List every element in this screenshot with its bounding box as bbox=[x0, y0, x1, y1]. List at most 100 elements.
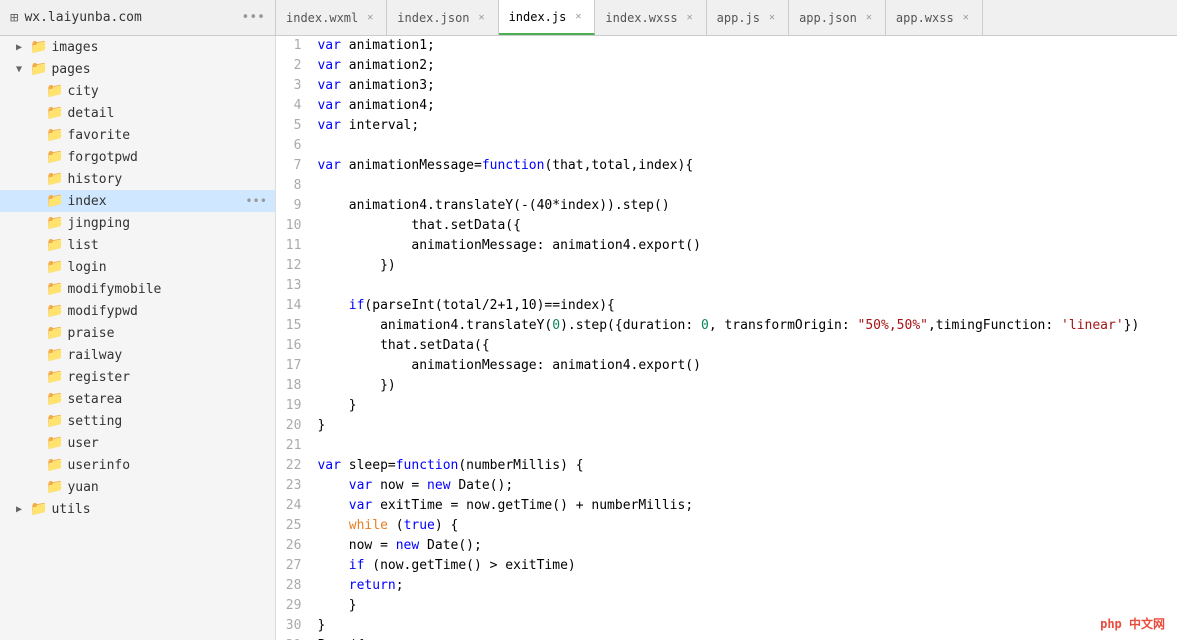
tab-close-icon[interactable]: ✕ bbox=[960, 11, 972, 24]
item-options-icon[interactable]: ••• bbox=[245, 194, 275, 208]
line-number: 27 bbox=[276, 556, 313, 576]
top-bar: ⊞ wx.laiyunba.com ••• index.wxml✕index.j… bbox=[0, 0, 1177, 36]
line-number: 6 bbox=[276, 136, 313, 156]
tab-label: app.wxss bbox=[896, 11, 954, 25]
line-number: 12 bbox=[276, 256, 313, 276]
line-number: 16 bbox=[276, 336, 313, 356]
tab-appjs[interactable]: app.js✕ bbox=[707, 0, 789, 35]
folder-icon: 📁 bbox=[46, 325, 63, 341]
sidebar-item-login[interactable]: 📁login bbox=[0, 256, 275, 278]
tab-indexwxss[interactable]: index.wxss ✕ bbox=[595, 0, 706, 35]
sidebar-item-setting[interactable]: 📁setting bbox=[0, 410, 275, 432]
folder-icon: 📁 bbox=[30, 61, 47, 77]
sidebar-item-user[interactable]: 📁user bbox=[0, 432, 275, 454]
line-content: return; bbox=[313, 576, 1177, 596]
tab-appjson[interactable]: app.json ✕ bbox=[789, 0, 886, 35]
code-line-3: 3 var animation3; bbox=[276, 76, 1177, 96]
sidebar-item-city[interactable]: 📁city bbox=[0, 80, 275, 102]
folder-icon: 📁 bbox=[46, 369, 63, 385]
sidebar-item-userinfo[interactable]: 📁userinfo bbox=[0, 454, 275, 476]
tabs-area: index.wxml✕index.json✕index.js✕index.wxs… bbox=[276, 0, 1177, 35]
item-label: jingping bbox=[67, 216, 130, 231]
folder-arrow-icon bbox=[16, 42, 30, 53]
sidebar-item-pages[interactable]: 📁pages bbox=[0, 58, 275, 80]
line-content: that.setData({ bbox=[313, 216, 1177, 236]
item-label: praise bbox=[67, 326, 114, 341]
code-line-18: 18 }) bbox=[276, 376, 1177, 396]
sidebar-item-register[interactable]: 📁 register bbox=[0, 366, 275, 388]
folder-icon: 📁 bbox=[46, 105, 63, 121]
line-number: 23 bbox=[276, 476, 313, 496]
line-content: } bbox=[313, 596, 1177, 616]
sidebar-item-history[interactable]: 📁history bbox=[0, 168, 275, 190]
tab-close-icon[interactable]: ✕ bbox=[766, 11, 778, 24]
folder-icon: 📁 bbox=[46, 347, 63, 363]
line-content: } bbox=[313, 616, 1177, 636]
code-editor[interactable]: 1 var animation1; 2 var animation2; 3 va… bbox=[276, 36, 1177, 640]
line-content: var animationMessage=function(that,total… bbox=[313, 156, 1177, 176]
code-line-6: 6 bbox=[276, 136, 1177, 156]
sidebar-item-setarea[interactable]: 📁setarea bbox=[0, 388, 275, 410]
tab-close-icon[interactable]: ✕ bbox=[476, 11, 488, 24]
tab-label: index.js bbox=[509, 10, 567, 24]
code-line-27: 27 if (now.getTime() > exitTime) bbox=[276, 556, 1177, 576]
tab-close-icon[interactable]: ✕ bbox=[364, 11, 376, 24]
line-content: var animation1; bbox=[313, 36, 1177, 56]
sidebar-item-index[interactable]: 📁index••• bbox=[0, 190, 275, 212]
tab-indexwxml[interactable]: index.wxml ✕ bbox=[276, 0, 387, 35]
sidebar-item-detail[interactable]: 📁detail bbox=[0, 102, 275, 124]
sidebar-item-modifymobile[interactable]: 📁modifymobile bbox=[0, 278, 275, 300]
tab-label: app.json bbox=[799, 11, 857, 25]
folder-icon: 📁 bbox=[30, 501, 47, 517]
sidebar-item-forgotpwd[interactable]: 📁forgotpwd bbox=[0, 146, 275, 168]
line-number: 31 bbox=[276, 636, 313, 640]
line-content bbox=[313, 436, 1177, 456]
folder-icon: 📁 bbox=[46, 215, 63, 231]
code-line-10: 10 that.setData({ bbox=[276, 216, 1177, 236]
item-label: register bbox=[67, 370, 130, 385]
sidebar-item-modifypwd[interactable]: 📁modifypwd bbox=[0, 300, 275, 322]
code-line-22: 22 var sleep=function(numberMillis) { bbox=[276, 456, 1177, 476]
code-line-30: 30 } bbox=[276, 616, 1177, 636]
line-number: 19 bbox=[276, 396, 313, 416]
sidebar-item-favorite[interactable]: 📁favorite bbox=[0, 124, 275, 146]
item-label: yuan bbox=[67, 480, 98, 495]
line-number: 3 bbox=[276, 76, 313, 96]
item-label: favorite bbox=[67, 128, 130, 143]
project-menu-icon[interactable]: ••• bbox=[242, 10, 265, 25]
code-line-5: 5 var interval; bbox=[276, 116, 1177, 136]
line-content: animationMessage: animation4.export() bbox=[313, 356, 1177, 376]
code-line-28: 28 return; bbox=[276, 576, 1177, 596]
sidebar-item-images[interactable]: 📁images bbox=[0, 36, 275, 58]
sidebar-item-praise[interactable]: 📁 praise bbox=[0, 322, 275, 344]
sidebar-item-railway[interactable]: 📁 railway bbox=[0, 344, 275, 366]
code-line-29: 29 } bbox=[276, 596, 1177, 616]
sidebar-item-yuan[interactable]: 📁yuan bbox=[0, 476, 275, 498]
line-content: var now = new Date(); bbox=[313, 476, 1177, 496]
tab-close-icon[interactable]: ✕ bbox=[863, 11, 875, 24]
line-content: that.setData({ bbox=[313, 336, 1177, 356]
line-number: 11 bbox=[276, 236, 313, 256]
sidebar-item-utils[interactable]: 📁utils bbox=[0, 498, 275, 520]
item-label: railway bbox=[67, 348, 122, 363]
code-line-9: 9 animation4.translateY(-(40*index)).ste… bbox=[276, 196, 1177, 216]
tab-label: index.wxml bbox=[286, 11, 358, 25]
item-label: login bbox=[67, 260, 106, 275]
tab-close-icon[interactable]: ✕ bbox=[572, 10, 584, 23]
item-label: user bbox=[67, 436, 98, 451]
tab-close-icon[interactable]: ✕ bbox=[684, 11, 696, 24]
sidebar-item-jingping[interactable]: 📁 jingping bbox=[0, 212, 275, 234]
line-number: 18 bbox=[276, 376, 313, 396]
line-content: var animation3; bbox=[313, 76, 1177, 96]
tab-indexjs[interactable]: index.js ✕ bbox=[499, 0, 596, 35]
line-number: 1 bbox=[276, 36, 313, 56]
line-number: 26 bbox=[276, 536, 313, 556]
bottom-logo: php 中文网 bbox=[1100, 615, 1165, 632]
folder-icon: 📁 bbox=[46, 171, 63, 187]
code-line-20: 20 } bbox=[276, 416, 1177, 436]
sidebar-item-list[interactable]: 📁list bbox=[0, 234, 275, 256]
tab-indexjson[interactable]: index.json✕ bbox=[387, 0, 498, 35]
line-content: now = new Date(); bbox=[313, 536, 1177, 556]
tab-label: index.wxss bbox=[605, 11, 677, 25]
tab-appwxss[interactable]: app.wxss ✕ bbox=[886, 0, 983, 35]
